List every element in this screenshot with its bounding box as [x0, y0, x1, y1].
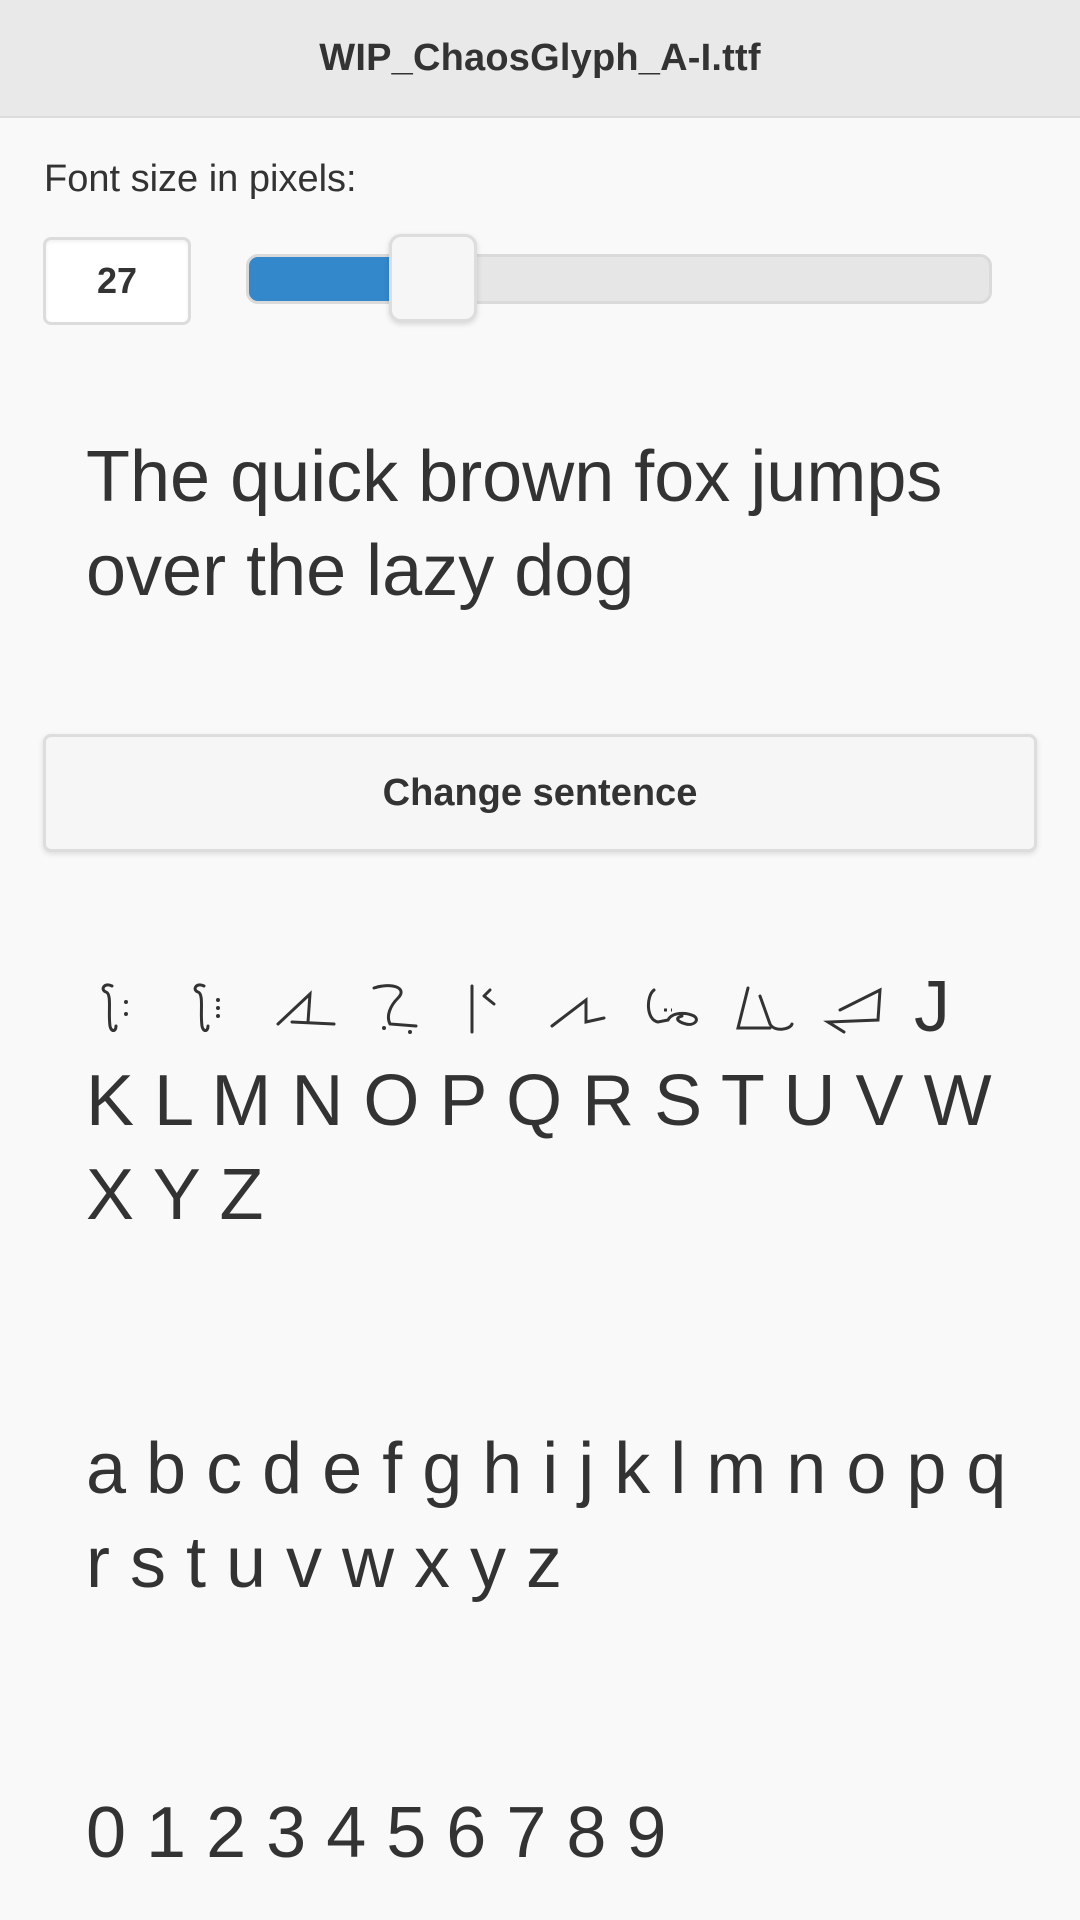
- change-sentence-button[interactable]: Change sentence: [43, 734, 1037, 852]
- digits-preview: 0 1 2 3 4 5 6 7 8 9: [86, 1793, 667, 1873]
- sample-sentence: The quick brown fox jumps over the lazy …: [86, 437, 943, 611]
- uppercase-preview: J K L M N O P Q R S T U V W X Y Z: [86, 960, 1046, 1242]
- uppercase-j: J: [914, 967, 950, 1047]
- glyph-h-icon: [730, 972, 800, 1042]
- font-size-slider-handle[interactable]: [388, 234, 477, 322]
- font-size-slider-track[interactable]: [246, 254, 992, 304]
- uppercase-rest: K L M N O P Q R S T U V W X Y Z: [86, 1061, 992, 1235]
- glyph-g-icon: [638, 972, 708, 1042]
- glyph-b-icon: [178, 972, 248, 1042]
- font-file-title: WIP_ChaosGlyph_A-I.ttf: [319, 36, 761, 79]
- glyph-f-icon: [546, 972, 616, 1042]
- lowercase-preview: a b c d e f g h i j k l m n o p q r s t …: [86, 1429, 1007, 1603]
- font-size-label: Font size in pixels:: [44, 158, 357, 200]
- glyph-i-icon: [822, 972, 892, 1042]
- glyph-d-icon: [362, 972, 432, 1042]
- glyph-c-icon: [270, 972, 340, 1042]
- glyph-row: J: [86, 960, 1046, 1054]
- font-size-input[interactable]: [43, 237, 191, 325]
- glyph-a-icon: [86, 972, 156, 1042]
- app-header: WIP_ChaosGlyph_A-I.ttf: [0, 0, 1080, 118]
- glyph-e-icon: [454, 972, 524, 1042]
